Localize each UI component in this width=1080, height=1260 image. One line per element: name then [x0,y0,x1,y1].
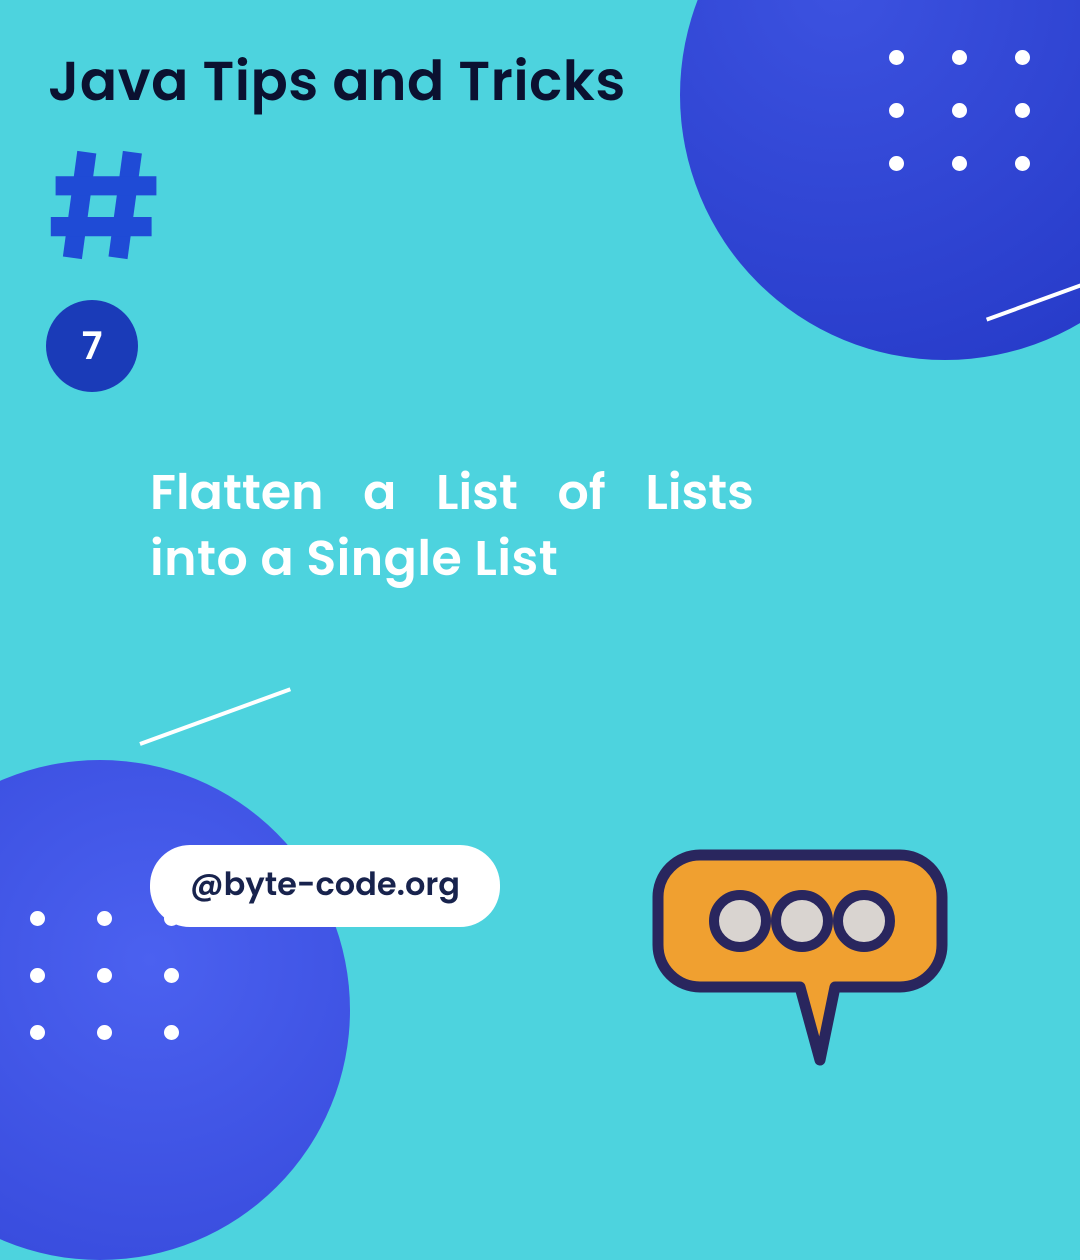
page-title: Java Tips and Tricks [48,40,626,123]
headline-line-2: into a Single List [150,526,950,592]
tip-number-badge: 7 [46,300,138,392]
tip-number: 7 [82,318,103,375]
handle-text: @byte-code.org [190,862,460,907]
handle-pill: @byte-code.org [150,845,500,927]
headline-line-1: Flatten a List of Lists [150,460,950,526]
decorative-line [139,687,291,745]
dot-grid-bottom-left [30,911,179,1040]
speech-bubble-icon [650,835,950,1092]
headline: Flatten a List of Lists into a Single Li… [150,460,950,592]
dot-grid-top-right [889,50,1030,171]
hash-icon [46,145,166,272]
